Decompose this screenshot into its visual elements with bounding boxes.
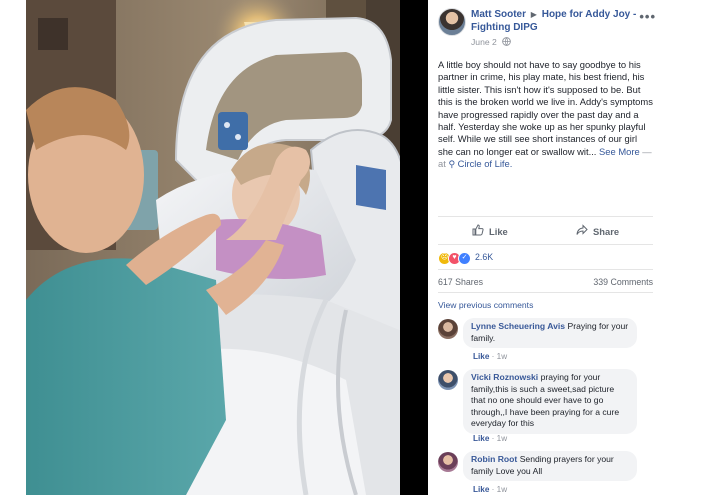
avatar[interactable] [438, 319, 458, 339]
reactions-summary[interactable]: ☹ ♥ ✓ 2.6K [438, 251, 493, 265]
avatar[interactable] [438, 8, 466, 36]
post-date[interactable]: June 2 [471, 37, 497, 47]
arrow-right-icon: ▶ [530, 10, 537, 19]
divider [438, 292, 653, 293]
comment-bubble: Vicki Roznowski praying for your family,… [463, 369, 637, 434]
shares-count[interactable]: 617 Shares [438, 277, 483, 289]
photo-image [26, 0, 424, 495]
comment: Vicki Roznowski praying for your family,… [438, 369, 653, 443]
globe-icon [502, 37, 512, 50]
divider [438, 216, 653, 217]
view-previous-comments[interactable]: View previous comments [438, 300, 533, 312]
post-sidebar: Matt Sooter ▶ Hope for Addy Joy - Fighti… [428, 0, 660, 495]
share-label: Share [593, 225, 620, 237]
post-actions: Like Share [438, 222, 653, 242]
comment-like-link[interactable]: Like [473, 352, 489, 361]
location-pin-icon: ⚲ [448, 159, 456, 170]
author-link[interactable]: Matt Sooter [471, 9, 526, 20]
post-body: A little boy should not have to say good… [438, 59, 653, 171]
comment-like-link[interactable]: Like [473, 434, 489, 443]
reactions-count[interactable]: 2.6K [475, 252, 493, 264]
like-reaction-icon: ✓ [458, 251, 471, 265]
comment-meta: Like · 1w [473, 485, 508, 494]
comment-time[interactable]: 1w [497, 485, 507, 494]
comment-like-link[interactable]: Like [473, 485, 489, 494]
comments-count[interactable]: 339 Comments [593, 277, 653, 289]
commenter-name[interactable]: Lynne Scheuering Avis [471, 321, 565, 331]
avatar[interactable] [438, 370, 458, 390]
share-button[interactable]: Share [576, 222, 619, 242]
post-date-row: June 2 [471, 37, 512, 50]
post-photo[interactable] [26, 0, 424, 495]
like-label: Like [489, 225, 508, 237]
see-more-link[interactable]: See More [599, 146, 640, 157]
avatar[interactable] [438, 452, 458, 472]
post-text: A little boy should not have to say good… [438, 59, 653, 157]
post-title: Matt Sooter ▶ Hope for Addy Joy - Fighti… [471, 9, 641, 34]
comment-time[interactable]: 1w [497, 434, 507, 443]
like-icon [472, 224, 484, 240]
viewer-divider [400, 0, 428, 495]
divider [438, 244, 653, 245]
more-icon[interactable]: ••• [639, 8, 656, 26]
comment-meta: Like · 1w [473, 434, 508, 443]
like-button[interactable]: Like [472, 222, 508, 242]
commenter-name[interactable]: Vicki Roznowski [471, 372, 538, 382]
place-link[interactable]: Circle of Life. [458, 158, 513, 169]
comment: Robin Root Sending prayers for your fami… [438, 451, 653, 495]
comment-meta: Like · 1w [473, 352, 508, 361]
divider [438, 269, 653, 270]
comment-bubble: Lynne Scheuering Avis Praying for your f… [463, 318, 637, 349]
comment: Lynne Scheuering Avis Praying for your f… [438, 318, 653, 364]
post-header: Matt Sooter ▶ Hope for Addy Joy - Fighti… [438, 8, 660, 48]
share-icon [576, 224, 588, 240]
comment-time[interactable]: 1w [497, 352, 507, 361]
commenter-name[interactable]: Robin Root [471, 454, 517, 464]
comment-bubble: Robin Root Sending prayers for your fami… [463, 451, 637, 482]
